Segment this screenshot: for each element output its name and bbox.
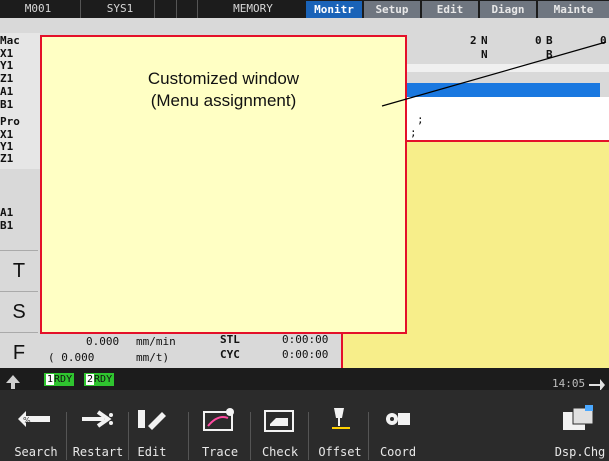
prog-axis-b1: B1 — [0, 219, 14, 232]
prog-axis-a1: A1 — [0, 206, 14, 219]
mode-cell-m001: M001 — [24, 2, 52, 15]
offset-icon — [332, 408, 350, 429]
menu-coord-button[interactable]: Coord — [370, 398, 426, 461]
ready-2-text: RDY — [94, 374, 113, 385]
menu-check-label: Check — [261, 445, 299, 459]
menu-search-label: Search — [14, 445, 58, 459]
menu-restart-button[interactable]: Restart — [70, 398, 126, 461]
prog-axis-y1: Y1 — [0, 140, 14, 153]
menu-restart-label: Restart — [72, 445, 124, 459]
up-arrow-icon[interactable] — [5, 374, 21, 390]
svg-text:%: % — [23, 416, 31, 425]
axis-x1: X1 — [0, 47, 14, 60]
feed-unit: mm/min — [136, 335, 176, 348]
clock: 14:05 — [552, 377, 586, 390]
display-change-icon — [563, 405, 594, 430]
check-icon — [264, 410, 294, 432]
caption-line-1: Customized window — [147, 69, 300, 88]
axis-b1: B1 — [0, 98, 14, 111]
feed-value: 0.000 — [86, 335, 120, 348]
caption-line-2: (Menu assignment) — [150, 91, 297, 110]
cyc-time: 0:00:00 — [282, 348, 329, 361]
axis-a1: A1 — [0, 85, 14, 98]
search-icon: % — [18, 411, 50, 427]
stl-label: STL — [220, 333, 240, 346]
feed-per-tooth-unit: mm/t) — [136, 351, 170, 364]
machine-position-column: Mac X1 Y1 Z1 A1 B1 Pro X1 Y1 Z1 — [0, 33, 40, 169]
axis-y1: Y1 — [0, 59, 14, 72]
ready-indicator-1: 1RDY — [44, 373, 75, 386]
ready-indicator-2: 2RDY — [84, 373, 115, 386]
tab-diagn[interactable]: Diagn — [480, 1, 536, 18]
program-semicolon-1: ; — [417, 113, 424, 126]
tab-setup[interactable]: Setup — [364, 1, 420, 18]
machine-label: Mac — [0, 34, 20, 47]
prog-axis-z1: Z1 — [0, 152, 14, 165]
ready-1-text: RDY — [54, 374, 73, 385]
top-status-bar: M001 SYS1 MEMORY Monitr Setup Edit Diagn… — [0, 0, 609, 18]
menu-check-button[interactable]: Check — [252, 398, 308, 461]
tab-mainte[interactable]: Mainte — [538, 1, 609, 18]
program-label: Pro — [0, 115, 20, 128]
spindle-label: S — [0, 291, 38, 332]
edit-icon — [138, 410, 166, 430]
menu-offset-button[interactable]: Offset — [312, 398, 368, 461]
restart-icon — [82, 410, 113, 428]
menu-coord-label: Coord — [379, 445, 417, 459]
cyc-label: CYC — [220, 348, 240, 361]
ready-1-number: 1 — [46, 374, 55, 385]
menu-search-button[interactable]: % Search — [8, 398, 64, 461]
tool-label: T — [0, 250, 38, 291]
customized-window[interactable]: Customized window (Menu assignment) — [40, 35, 407, 334]
menu-trace-label: Trace — [201, 445, 239, 459]
axis-z1: Z1 — [0, 72, 14, 85]
customized-window-caption: Customized window (Menu assignment) — [42, 68, 405, 112]
coord-icon — [386, 413, 410, 425]
menu-trace-button[interactable]: Trace — [192, 398, 248, 461]
menu-edit-label: Edit — [137, 445, 167, 459]
menu-display-change-label: Dsp.Chg — [554, 445, 606, 459]
program-semicolon-2: ; — [410, 126, 417, 139]
memory-cell: MEMORY — [233, 2, 273, 15]
prog-axis-x1: X1 — [0, 128, 14, 141]
tab-monitr[interactable]: Monitr — [306, 1, 362, 18]
feed-per-tooth-value: ( 0.000 — [48, 351, 95, 364]
menu-display-change-button[interactable]: Dsp.Chg — [551, 398, 609, 461]
menu-offset-label: Offset — [318, 445, 362, 459]
stl-time: 0:00:00 — [282, 333, 329, 346]
system-cell: SYS1 — [106, 2, 134, 15]
menu-edit-button[interactable]: Edit — [124, 398, 180, 461]
tab-edit[interactable]: Edit — [422, 1, 478, 18]
callout-leader-line — [381, 41, 607, 107]
ready-2-number: 2 — [86, 374, 95, 385]
trace-icon — [203, 408, 234, 431]
